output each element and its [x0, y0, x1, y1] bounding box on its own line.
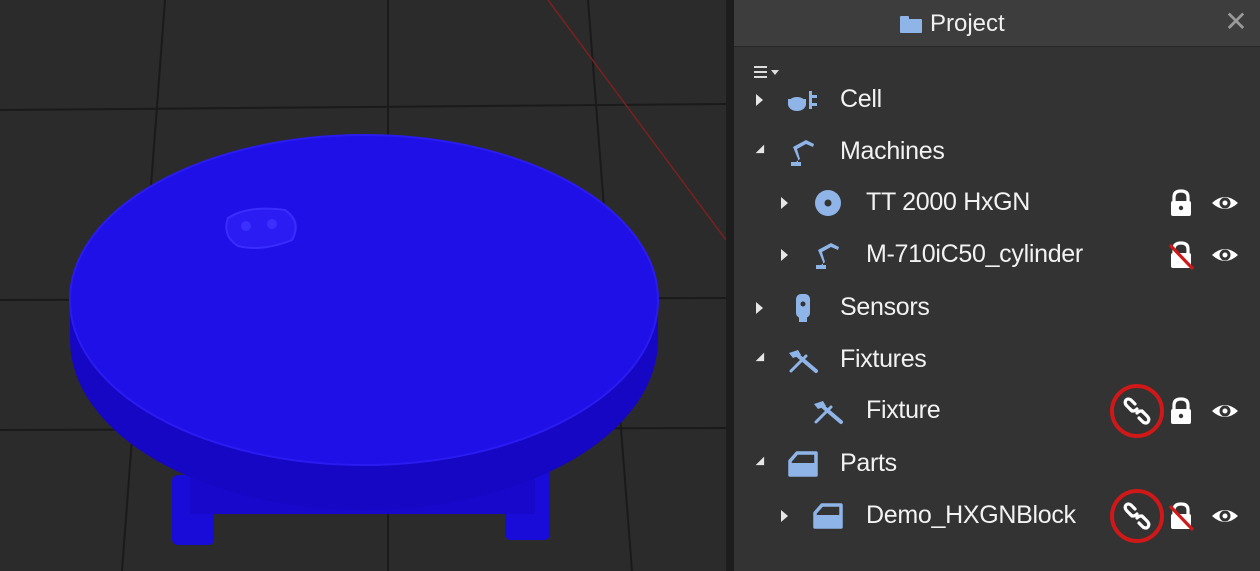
tree-item-label: M-710iC50_cylinder: [866, 240, 1083, 268]
eye-icon[interactable]: [1210, 396, 1240, 426]
cell-icon: [786, 83, 820, 117]
panel-title-group: Project: [900, 8, 1005, 40]
lock-icon[interactable]: [1166, 188, 1196, 218]
folder-icon: [900, 15, 922, 33]
expand-arrow-icon[interactable]: [756, 302, 768, 314]
tree-item-label: Fixtures: [840, 345, 927, 373]
tree-item-sensors[interactable]: Sensors: [734, 283, 1260, 333]
triangle-right-icon: [756, 94, 763, 106]
tree-item-label: Demo_HXGNBlock: [866, 501, 1076, 529]
unlock-icon[interactable]: [1166, 240, 1196, 271]
eye-icon[interactable]: [1210, 240, 1240, 270]
robot-arm-icon: [786, 135, 820, 169]
tree-item-machines[interactable]: Machines: [734, 127, 1260, 177]
chevron-down-icon: [771, 69, 779, 75]
collapse-arrow-icon[interactable]: [755, 456, 769, 470]
lock-icon[interactable]: [1166, 396, 1196, 426]
tree-item-fixtures[interactable]: Fixtures: [734, 335, 1260, 385]
triangle-right-icon: [781, 249, 788, 261]
tree-item-tt2000[interactable]: TT 2000 HxGN: [734, 178, 1260, 228]
eye-icon[interactable]: [1210, 501, 1240, 531]
eye-icon[interactable]: [1210, 188, 1240, 218]
link-icon[interactable]: [1122, 501, 1152, 531]
part-icon: [811, 499, 845, 533]
tree-item-cell[interactable]: Cell: [734, 75, 1260, 125]
project-panel: Project ✕ Cell Machines TT 2000 HxGN M-710i…: [734, 0, 1260, 571]
triangle-down-icon: [755, 456, 769, 470]
expand-arrow-icon[interactable]: [756, 94, 768, 106]
panel-title: Project: [930, 10, 1005, 37]
robot-arm-icon: [811, 238, 845, 272]
expand-arrow-icon[interactable]: [781, 510, 793, 522]
expand-arrow-icon[interactable]: [781, 249, 793, 261]
collapse-arrow-icon[interactable]: [755, 144, 769, 158]
tree-item-m710[interactable]: M-710iC50_cylinder: [734, 230, 1260, 280]
tree-item-label: Parts: [840, 449, 897, 477]
unlock-icon[interactable]: [1166, 501, 1196, 532]
tree-item-demo[interactable]: Demo_HXGNBlock: [734, 489, 1260, 543]
viewport-divider[interactable]: [726, 0, 734, 571]
fixture-icon: [811, 394, 845, 428]
tree-item-label: Fixture: [866, 396, 941, 424]
triangle-right-icon: [756, 302, 763, 314]
part-icon: [786, 447, 820, 481]
viewport-scene: [0, 0, 726, 571]
triangle-down-icon: [755, 352, 769, 366]
tree-item-label: Machines: [840, 137, 945, 165]
close-icon[interactable]: ✕: [1222, 8, 1250, 36]
collapse-arrow-icon[interactable]: [755, 352, 769, 366]
turntable-icon: [811, 186, 845, 220]
tree-item-label: Cell: [840, 85, 882, 113]
panel-header: Project ✕: [734, 0, 1260, 47]
3d-viewport[interactable]: [0, 0, 726, 571]
fixture-icon: [786, 343, 820, 377]
triangle-down-icon: [755, 144, 769, 158]
tree-item-fixture[interactable]: Fixture: [734, 384, 1260, 438]
tree-item-label: TT 2000 HxGN: [866, 188, 1031, 216]
triangle-right-icon: [781, 510, 788, 522]
triangle-right-icon: [781, 197, 788, 209]
tree-item-parts[interactable]: Parts: [734, 439, 1260, 489]
expand-arrow-icon[interactable]: [781, 197, 793, 209]
link-icon[interactable]: [1122, 396, 1152, 426]
tree-item-label: Sensors: [840, 293, 930, 321]
sensor-icon: [786, 291, 820, 325]
